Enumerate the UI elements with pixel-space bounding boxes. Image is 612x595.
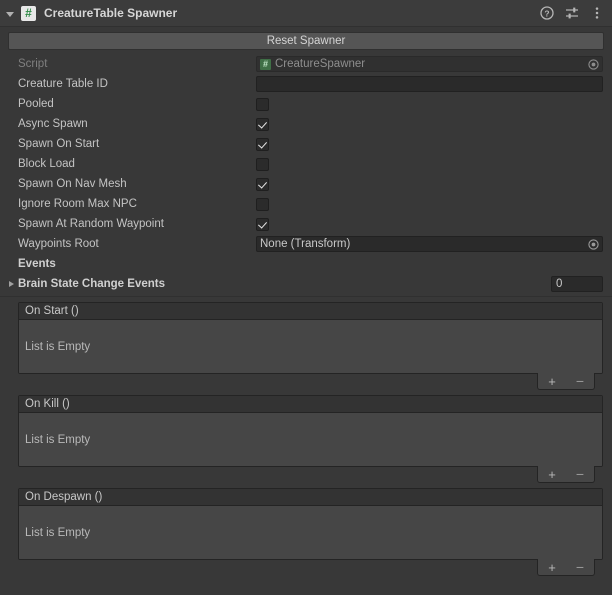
component-foldout-arrow-icon[interactable] bbox=[4, 7, 17, 20]
event-list-empty-message: List is Empty bbox=[19, 413, 602, 466]
inspector-body: Reset Spawner Script # CreatureSpawner C… bbox=[0, 32, 612, 576]
spawn-on-start-checkbox[interactable] bbox=[256, 137, 269, 151]
property-row-waypoints-root: Waypoints Root None (Transform) bbox=[0, 234, 612, 254]
pooled-checkbox[interactable] bbox=[256, 97, 269, 111]
block-load-checkbox[interactable] bbox=[256, 157, 269, 171]
property-label: Block Load bbox=[18, 158, 75, 170]
waypoints-root-value: None (Transform) bbox=[260, 238, 351, 250]
property-value bbox=[256, 117, 603, 131]
event-list-empty-message: List is Empty bbox=[19, 506, 602, 559]
property-label: Spawn On Nav Mesh bbox=[18, 178, 127, 190]
component-header[interactable]: # CreatureTable Spawner ? bbox=[0, 0, 612, 27]
property-value bbox=[256, 177, 603, 191]
property-value bbox=[256, 97, 603, 111]
creature-table-id-input[interactable] bbox=[256, 76, 603, 92]
events-section-header: Events bbox=[18, 258, 56, 270]
property-row-spawn-on-start: Spawn On Start bbox=[0, 134, 612, 154]
property-value: # CreatureSpawner bbox=[256, 56, 603, 72]
property-label: Spawn At Random Waypoint bbox=[18, 218, 164, 230]
spawn-at-random-waypoint-checkbox[interactable] bbox=[256, 217, 269, 231]
event-list-footer-buttons: + − bbox=[537, 466, 595, 483]
reset-spawner-button[interactable]: Reset Spawner bbox=[8, 32, 604, 50]
property-label: Waypoints Root bbox=[18, 238, 99, 250]
property-row-block-load: Block Load bbox=[0, 154, 612, 174]
script-field-value: CreatureSpawner bbox=[275, 58, 366, 70]
property-row-spawn-at-random-waypoint: Spawn At Random Waypoint bbox=[0, 214, 612, 234]
on-kill-event-list: On Kill () List is Empty + − bbox=[18, 395, 603, 483]
on-despawn-event-list: On Despawn () List is Empty + − bbox=[18, 488, 603, 576]
svg-text:?: ? bbox=[544, 8, 549, 18]
async-spawn-checkbox[interactable] bbox=[256, 117, 269, 131]
brain-state-change-events-size-value: 0 bbox=[556, 278, 563, 290]
script-badge-glyph: # bbox=[25, 6, 32, 20]
add-listener-button[interactable]: + bbox=[541, 375, 563, 388]
event-list-title: On Start () bbox=[19, 303, 602, 320]
brain-state-change-events-foldout-arrow-icon[interactable] bbox=[5, 278, 18, 291]
ignore-room-max-npc-checkbox[interactable] bbox=[256, 197, 269, 211]
property-row-pooled: Pooled bbox=[0, 94, 612, 114]
csharp-file-icon: # bbox=[260, 58, 271, 70]
event-list-footer: + − bbox=[18, 466, 603, 483]
event-list-box: On Despawn () List is Empty bbox=[18, 488, 603, 560]
property-row-ignore-room-max-npc: Ignore Room Max NPC bbox=[0, 194, 612, 214]
event-list-box: On Kill () List is Empty bbox=[18, 395, 603, 467]
event-list-title: On Kill () bbox=[19, 396, 602, 413]
property-row-async-spawn: Async Spawn bbox=[0, 114, 612, 134]
property-label: Ignore Room Max NPC bbox=[18, 198, 137, 210]
property-label: Pooled bbox=[18, 98, 54, 110]
remove-listener-button[interactable]: − bbox=[569, 467, 591, 481]
add-listener-button[interactable]: + bbox=[541, 468, 563, 481]
property-row-script: Script # CreatureSpawner bbox=[0, 54, 612, 74]
property-value bbox=[256, 217, 603, 231]
brain-state-change-events-row[interactable]: Brain State Change Events 0 bbox=[0, 274, 612, 294]
brain-state-change-events-label: Brain State Change Events bbox=[18, 278, 165, 290]
event-list-footer-buttons: + − bbox=[537, 373, 595, 390]
more-menu-icon[interactable] bbox=[590, 6, 604, 20]
spawn-on-nav-mesh-checkbox[interactable] bbox=[256, 177, 269, 191]
event-list-box: On Start () List is Empty bbox=[18, 302, 603, 374]
object-picker-icon[interactable] bbox=[587, 238, 600, 251]
script-field: # CreatureSpawner bbox=[256, 56, 603, 72]
remove-listener-button[interactable]: − bbox=[569, 374, 591, 388]
on-start-event-list: On Start () List is Empty + − bbox=[18, 302, 603, 390]
property-label: Spawn On Start bbox=[18, 138, 100, 150]
property-value bbox=[256, 197, 603, 211]
property-value bbox=[256, 157, 603, 171]
event-list-footer: + − bbox=[18, 373, 603, 390]
preset-icon[interactable] bbox=[565, 6, 579, 20]
property-value: None (Transform) bbox=[256, 236, 603, 252]
help-icon[interactable]: ? bbox=[540, 6, 554, 20]
waypoints-root-field[interactable]: None (Transform) bbox=[256, 236, 603, 252]
header-icon-group: ? bbox=[540, 6, 606, 20]
event-list-title: On Despawn () bbox=[19, 489, 602, 506]
object-picker-icon bbox=[587, 58, 600, 71]
event-list-footer: + − bbox=[18, 559, 603, 576]
property-row-spawn-on-nav-mesh: Spawn On Nav Mesh bbox=[0, 174, 612, 194]
property-value bbox=[256, 137, 603, 151]
section-divider bbox=[0, 296, 612, 297]
reset-spawner-label: Reset Spawner bbox=[266, 35, 346, 47]
property-row-creature-table-id: Creature Table ID bbox=[0, 74, 612, 94]
property-label: Creature Table ID bbox=[18, 78, 108, 90]
component-title: CreatureTable Spawner bbox=[44, 6, 178, 20]
event-list-footer-buttons: + − bbox=[537, 559, 595, 576]
property-value bbox=[256, 76, 603, 92]
event-list-empty-message: List is Empty bbox=[19, 320, 602, 373]
add-listener-button[interactable]: + bbox=[541, 561, 563, 574]
property-label: Async Spawn bbox=[18, 118, 88, 130]
remove-listener-button[interactable]: − bbox=[569, 560, 591, 574]
property-label: Script bbox=[18, 58, 48, 70]
brain-state-change-events-size-field[interactable]: 0 bbox=[551, 276, 603, 292]
csharp-script-icon: # bbox=[21, 5, 36, 21]
